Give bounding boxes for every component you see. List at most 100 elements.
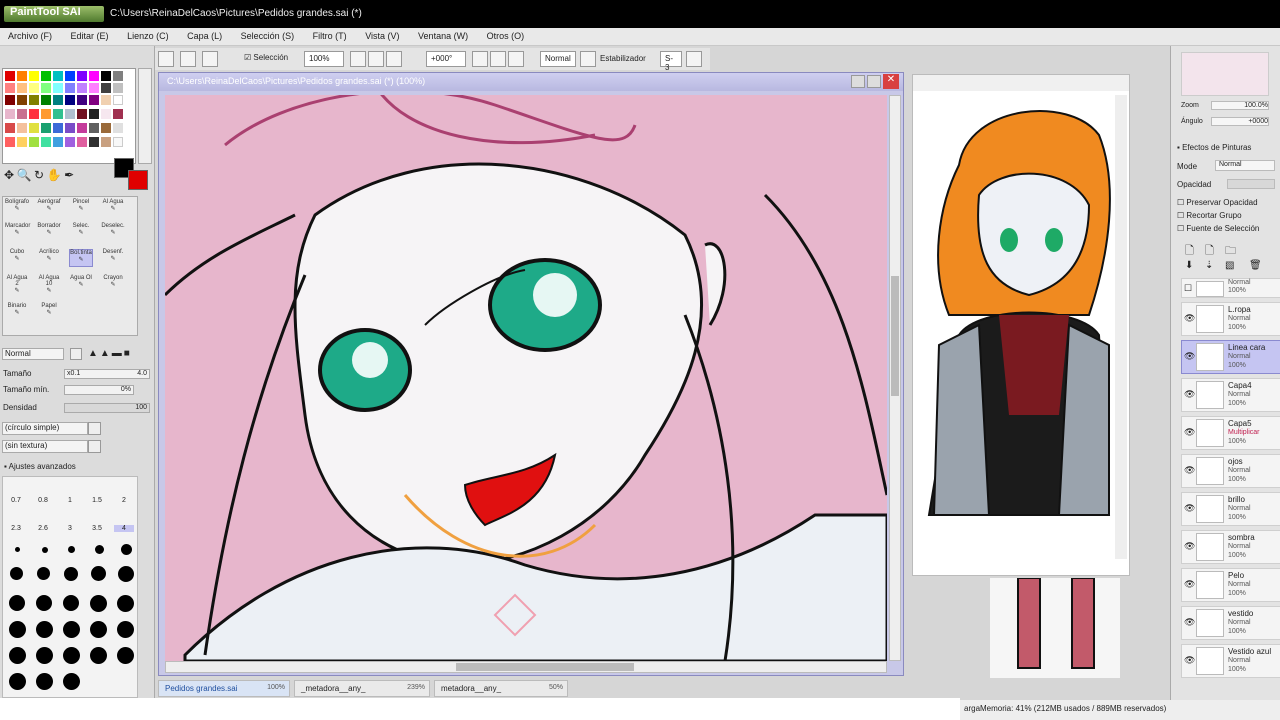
color-swatch[interactable] [5,109,15,119]
color-swatch[interactable] [41,83,51,93]
layer-item[interactable]: 👁 Capa5 Multiplicar 100% [1181,416,1280,450]
brush-size-dot[interactable] [117,647,134,664]
layer-item[interactable]: 👁 vestido Normal 100% [1181,606,1280,640]
color-swatch[interactable] [113,137,123,147]
menu-ventana[interactable]: Ventana (W) [410,28,476,44]
color-swatch[interactable] [17,71,27,81]
brush-blend-select[interactable]: Normal [2,348,64,360]
flip-icon[interactable] [202,51,218,67]
tool-binario[interactable]: Binario ✎ [5,303,29,321]
color-swatch[interactable] [5,137,15,147]
color-swatch[interactable] [5,71,15,81]
color-swatch[interactable] [101,95,111,105]
advanced-settings-toggle[interactable]: ▪ Ajustes avanzados [4,462,76,471]
menu-editar[interactable]: Editar (E) [63,28,117,44]
tool-deselec[interactable]: Deselec. ✎ [101,223,125,241]
size-label[interactable]: 2.3 [6,525,26,532]
color-swatch[interactable] [53,71,63,81]
rotate-left-icon[interactable] [158,51,174,67]
tab-metadora-1[interactable]: _metadora__any_ 239% [294,680,430,697]
size-label[interactable]: 3 [60,525,80,532]
angle-left-button[interactable] [472,51,488,67]
brush-size-dot[interactable] [63,621,80,638]
color-swatch[interactable] [53,137,63,147]
color-swatch[interactable] [101,71,111,81]
color-swatch[interactable] [41,71,51,81]
navigator-thumbnail[interactable] [1181,52,1269,96]
tool-boligrafo[interactable]: Bolígrafo ✎ [5,199,29,217]
transfer-icon[interactable]: ⇣ [1205,260,1213,271]
color-palette[interactable] [2,68,136,164]
color-swatch[interactable] [89,109,99,119]
menu-vista[interactable]: Vista (V) [357,28,407,44]
color-swatch[interactable] [29,83,39,93]
color-swatch[interactable] [77,95,87,105]
tool-al-agua-2[interactable]: Al Agua 2 ✎ [5,275,29,294]
eye-icon[interactable]: 👁 [1184,579,1195,589]
color-swatch[interactable] [17,137,27,147]
color-swatch[interactable] [41,137,51,147]
eye-icon[interactable]: 👁 [1184,541,1195,551]
tool-pincel[interactable]: Pincel ✎ [69,199,93,217]
color-swatch[interactable] [29,137,39,147]
size-label[interactable]: 1 [60,497,80,504]
layer-item[interactable]: 👁 brillo Normal 100% [1181,492,1280,526]
effects-header[interactable]: ▪ Efectos de Pinturas [1177,143,1251,152]
layer-item[interactable]: 👁 L.ropa Normal 100% [1181,302,1280,336]
nav-zoom-field[interactable]: 100.0% [1211,101,1269,110]
color-swatch[interactable] [65,137,75,147]
color-swatch[interactable] [41,109,51,119]
horizontal-scrollbar[interactable] [165,661,887,673]
zoom-in-button[interactable] [368,51,384,67]
brush-size-dot[interactable] [118,566,134,582]
texture-dropdown-icon[interactable] [88,440,101,453]
brush-size-dot[interactable] [90,647,107,664]
vertical-scrollbar[interactable] [889,95,901,661]
color-swatch[interactable] [113,83,123,93]
brush-size-dot[interactable] [36,647,53,664]
tool-marcador[interactable]: Marcador ✎ [5,223,30,241]
eye-icon[interactable]: 👁 [1184,351,1195,361]
size-label[interactable]: 2 [114,497,134,504]
brush-size-dot[interactable] [63,595,79,611]
maximize-icon[interactable] [867,75,881,88]
brush-size-dot[interactable] [68,546,75,553]
nav-angle-field[interactable]: +0000 [1211,117,1269,126]
layer-item[interactable]: 👁 Pelo Normal 100% [1181,568,1280,602]
rotate-icon[interactable]: ↻ [34,168,44,182]
size-slider[interactable]: x0.1 4.0 [64,369,150,379]
color-swatch[interactable] [77,123,87,133]
menu-archivo[interactable]: Archivo (F) [0,28,60,44]
zoom-out-button[interactable] [350,51,366,67]
color-swatch[interactable] [89,71,99,81]
tool-acrilico[interactable]: Acrílico ✎ [37,249,61,267]
visibility-toggle[interactable]: ☐ [1184,283,1194,293]
color-swatch[interactable] [17,83,27,93]
layer-mode-select[interactable]: Normal [1215,160,1275,171]
color-swatch[interactable] [53,95,63,105]
stabilizer-select[interactable]: S-3 [660,51,682,72]
tool-al-agua[interactable]: Al Agua ✎ [101,199,125,217]
secondary-color[interactable] [128,170,148,190]
color-swatch[interactable] [65,123,75,133]
layer-item[interactable]: 👁 Capa4 Normal 100% [1181,378,1280,412]
eye-icon[interactable]: 👁 [1184,465,1195,475]
tool-desenf[interactable]: Desenf. ✎ [101,249,125,267]
color-swatch[interactable] [5,123,15,133]
brush-size-dot[interactable] [9,621,26,638]
canvas-artwork[interactable] [165,95,887,661]
eye-icon[interactable]: 👁 [1184,503,1195,513]
color-swatch[interactable] [65,109,75,119]
color-swatch[interactable] [17,123,27,133]
new-vector-layer-icon[interactable]: 🗋 [1205,242,1214,261]
color-swatch[interactable] [113,71,123,81]
size-label[interactable]: 2.6 [33,525,53,532]
brush-size-dot[interactable] [9,595,25,611]
color-swatch[interactable] [5,95,15,105]
brush-size-dot[interactable] [36,621,53,638]
eye-icon[interactable]: 👁 [1184,617,1195,627]
selection-source-checkbox[interactable]: ☐ Fuente de Selección [1177,224,1259,233]
minimize-icon[interactable] [851,75,865,88]
color-swatch[interactable] [53,123,63,133]
tool-agua-ol[interactable]: Agua Ol ✎ [69,275,93,293]
